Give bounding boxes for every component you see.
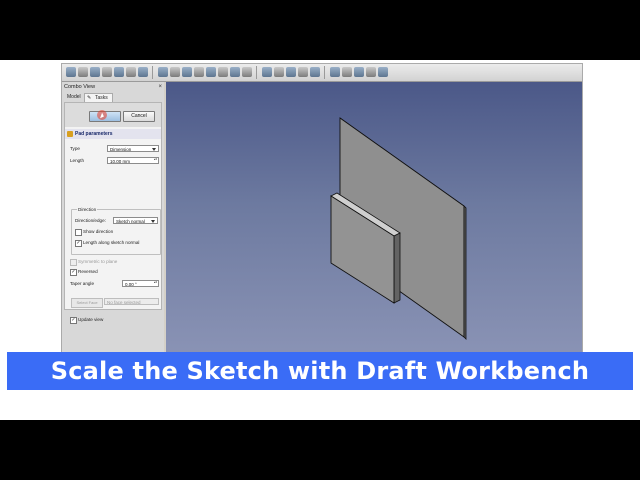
dialog-button-row: Cancel xyxy=(65,103,161,127)
view-sketch-icon[interactable] xyxy=(138,67,148,77)
multi-transform-icon[interactable] xyxy=(310,67,320,77)
face-field: No face selected xyxy=(104,298,159,305)
validate-sketch-icon[interactable] xyxy=(102,67,112,77)
scaled-icon[interactable] xyxy=(298,67,308,77)
type-select[interactable]: Dimension xyxy=(107,145,159,152)
datum-point-icon[interactable] xyxy=(366,67,376,77)
update-view-checkbox[interactable]: ✓ xyxy=(70,317,77,324)
taper-angle-input[interactable]: 0.00 ° xyxy=(122,280,159,287)
type-label: Type xyxy=(70,146,80,151)
toolbar-separator xyxy=(152,66,153,79)
fillet-icon[interactable] xyxy=(206,67,216,77)
close-icon[interactable]: × xyxy=(158,82,162,92)
large-plate-side-face xyxy=(463,205,467,340)
reversed-checkbox[interactable]: ✓ xyxy=(70,269,77,276)
freecad-window: Combo View × Model ✎ Tasks Cancel Pad pa… xyxy=(61,63,583,356)
mirrored-icon[interactable] xyxy=(262,67,272,77)
revolution-icon[interactable] xyxy=(182,67,192,77)
pad-parameters-header[interactable]: Pad parameters xyxy=(65,129,161,139)
groove-icon[interactable] xyxy=(194,67,204,77)
boolean-icon[interactable] xyxy=(330,67,340,77)
direction-edge-select[interactable]: Sketch normal xyxy=(113,217,158,224)
tab-model[interactable]: Model xyxy=(63,93,85,101)
3d-viewport[interactable] xyxy=(166,82,582,355)
reversed-label: Reversed xyxy=(78,269,98,274)
draft-icon[interactable] xyxy=(230,67,240,77)
direction-edge-label: Direction/edge: xyxy=(75,218,106,223)
select-face-button[interactable]: Select Face xyxy=(71,298,103,308)
toolbar-separator xyxy=(256,66,257,79)
chamfer-icon[interactable] xyxy=(218,67,228,77)
polar-pattern-icon[interactable] xyxy=(286,67,296,77)
3d-scene xyxy=(330,117,467,340)
pocket-icon[interactable] xyxy=(170,67,180,77)
taper-angle-label: Taper angle xyxy=(70,281,95,286)
tasks-icon: ✎ xyxy=(87,95,92,101)
toolbar-separator xyxy=(324,66,325,79)
update-view-label: Update view xyxy=(78,317,104,322)
pad-parameters-title: Pad parameters xyxy=(75,131,113,137)
thickness-icon[interactable] xyxy=(242,67,252,77)
video-frame: Combo View × Model ✎ Tasks Cancel Pad pa… xyxy=(0,60,640,420)
video-caption: Scale the Sketch with Draft Workbench xyxy=(7,352,633,390)
shape-binder-icon[interactable] xyxy=(378,67,388,77)
combo-view-title: Combo View xyxy=(64,84,96,90)
length-along-normal-label: Length along sketch normal xyxy=(83,240,140,245)
cancel-button[interactable]: Cancel xyxy=(123,111,155,122)
merge-sketches-icon[interactable] xyxy=(114,67,124,77)
sketch-view-icon[interactable] xyxy=(66,67,76,77)
datum-line-icon[interactable] xyxy=(354,67,364,77)
show-direction-label: Show direction xyxy=(83,229,114,234)
linear-pattern-icon[interactable] xyxy=(274,67,284,77)
pad-icon xyxy=(67,131,73,137)
tab-tasks[interactable]: ✎ Tasks xyxy=(84,93,113,102)
task-panel: Cancel Pad parameters Type Dimension Len… xyxy=(64,102,162,310)
datum-plane-icon[interactable] xyxy=(342,67,352,77)
tab-tasks-label: Tasks xyxy=(95,95,108,101)
show-direction-checkbox[interactable] xyxy=(75,229,82,236)
pad-icon[interactable] xyxy=(158,67,168,77)
direction-group-title: Direction xyxy=(77,207,98,213)
map-sketch-icon[interactable] xyxy=(78,67,88,77)
length-input[interactable]: 10.00 mm xyxy=(107,157,159,164)
main-toolbar xyxy=(62,64,582,82)
combo-view-panel: Combo View × Model ✎ Tasks Cancel Pad pa… xyxy=(62,82,164,355)
length-along-normal-checkbox[interactable]: ✓ xyxy=(75,240,82,247)
small-plate-side-face xyxy=(393,232,401,304)
mirror-sketch-icon[interactable] xyxy=(126,67,136,77)
symmetric-label: Symmetric to plane xyxy=(78,259,118,264)
symmetric-checkbox[interactable] xyxy=(70,259,77,266)
length-label: Length xyxy=(70,158,85,163)
reorient-sketch-icon[interactable] xyxy=(90,67,100,77)
